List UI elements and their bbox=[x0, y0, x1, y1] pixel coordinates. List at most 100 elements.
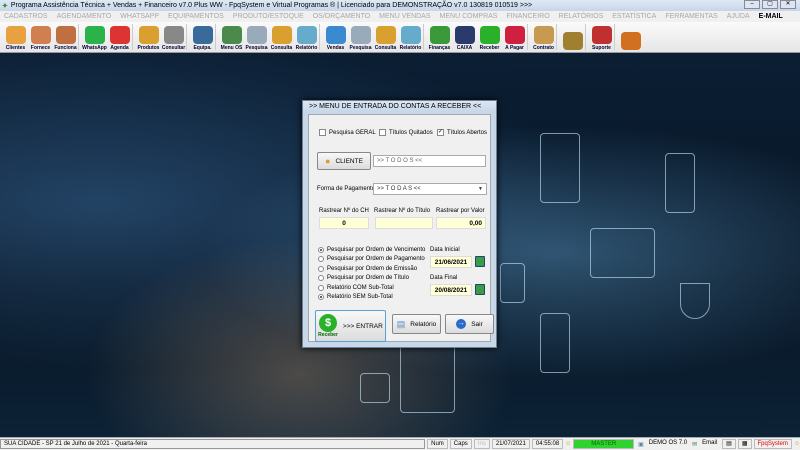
radio-option[interactable]: Pesquisar por Ordem de Pagamento bbox=[318, 255, 425, 265]
toolbar-button-consulta[interactable]: Consulta bbox=[373, 22, 398, 53]
forma-pagamento-select[interactable]: >> T O D A S << ▼ bbox=[373, 183, 487, 195]
menu-e-mail[interactable]: E-MAIL bbox=[759, 13, 783, 20]
toolbar-button-consulta[interactable]: Consulta bbox=[269, 22, 294, 53]
pesquisa-geral-checkbox[interactable]: Pesquisa GERAL bbox=[319, 129, 376, 136]
menu-whatsapp[interactable]: WHATSAPP bbox=[120, 13, 159, 20]
menu-estat-stica[interactable]: ESTATÍSTICA bbox=[612, 13, 656, 20]
titulos-abertos-checkbox[interactable]: ✓ Títulos Abertos bbox=[437, 129, 487, 136]
toolbar-button-pesquisa[interactable]: Pesquisa bbox=[244, 22, 269, 53]
checkbox-box[interactable] bbox=[319, 129, 326, 136]
titulos-quitados-checkbox[interactable]: Títulos Quitados bbox=[379, 129, 433, 136]
menu-menu-vendas[interactable]: MENU VENDAS bbox=[379, 13, 430, 20]
toolbar-button-consultar[interactable]: Consultar bbox=[161, 22, 186, 53]
menu-relat-rios[interactable]: RELATÓRIOS bbox=[559, 13, 604, 20]
data-inicial-label: Data Inicial bbox=[430, 247, 460, 253]
toolbar-label: Pesquisa bbox=[245, 45, 268, 51]
toolbar-button-item[interactable] bbox=[560, 22, 585, 53]
calendar-icon[interactable] bbox=[475, 256, 485, 267]
app-icon: ✦ bbox=[2, 2, 8, 10]
toolbar-button-equipa-[interactable]: Equipa. bbox=[190, 22, 215, 53]
menu-os-or-amento[interactable]: OS/ORÇAMENTO bbox=[313, 13, 370, 20]
status-city-date: SUA CIDADE - SP 21 de Julho de 2021 - Qu… bbox=[0, 439, 426, 449]
maximize-button[interactable]: ▢ bbox=[762, 0, 778, 9]
toolbar-button-relat-rio[interactable]: Relatório bbox=[398, 22, 423, 53]
close-button[interactable]: ✕ bbox=[780, 0, 796, 9]
relat-rio-icon bbox=[400, 26, 421, 44]
receber-label: Receber bbox=[318, 332, 338, 338]
rastrear-ch-input[interactable]: 0 bbox=[319, 217, 369, 229]
toolbar-button-a-pagar[interactable]: A Pagar bbox=[502, 22, 527, 53]
menu-menu-compras[interactable]: MENU COMPRAS bbox=[440, 13, 498, 20]
fornece-icon bbox=[30, 26, 51, 44]
radio-option[interactable]: Pesquisar por Ordem de Vencimento bbox=[318, 245, 425, 255]
menu-ferramentas[interactable]: FERRAMENTAS bbox=[665, 13, 717, 20]
toolbar-button-receber[interactable]: Receber bbox=[477, 22, 502, 53]
data-inicial-input[interactable]: 21/06/2021 bbox=[430, 256, 472, 268]
email-button[interactable]: Email bbox=[699, 439, 720, 449]
minimize-button[interactable]: – bbox=[744, 0, 760, 9]
toolbar-button-finan-as[interactable]: Finanças bbox=[427, 22, 452, 53]
checkbox-label: Pesquisa GERAL bbox=[329, 129, 376, 136]
rastrear-titulo-input[interactable] bbox=[375, 217, 433, 229]
rastrear-valor-input[interactable]: 0,00 bbox=[436, 217, 486, 229]
toolbar-button-pesquisa[interactable]: Pesquisa bbox=[348, 22, 373, 53]
toolbar-button-funciona[interactable]: Funciona bbox=[53, 22, 78, 53]
toolbar-label: Menu OS bbox=[220, 45, 243, 51]
menu-cadastros[interactable]: CADASTROS bbox=[4, 13, 48, 20]
cliente-button[interactable]: ● CLIENTE bbox=[317, 152, 371, 170]
radio-button[interactable] bbox=[318, 265, 324, 272]
data-final-input[interactable]: 20/08/2021 bbox=[430, 284, 472, 296]
relatorio-button[interactable]: ▤ Relatório bbox=[392, 314, 441, 334]
whatsapp-icon bbox=[84, 26, 105, 44]
toolbar-button-relat-rio[interactable]: Relatório bbox=[294, 22, 319, 53]
toolbar-button-contrato[interactable]: Contrato bbox=[531, 22, 556, 53]
client-icon: ● bbox=[325, 156, 331, 166]
radio-option[interactable]: Pesquisar por Ordem de Título bbox=[318, 274, 425, 284]
status-user: MASTER bbox=[573, 439, 635, 449]
button-label: CLIENTE bbox=[335, 157, 363, 165]
toolbar-button-whatsapp[interactable]: WhatsApp bbox=[82, 22, 107, 53]
toolbar-label: Fornece bbox=[30, 45, 51, 51]
menu-bar: CADASTROS AGENDAMENTO WHATSAPP EQUIPAMENTOS… bbox=[0, 11, 800, 22]
toolbar-button-menu-os[interactable]: Menu OS bbox=[219, 22, 244, 53]
toolbar-button-fornece[interactable]: Fornece bbox=[28, 22, 53, 53]
toolbar-button-clientes[interactable]: Clientes bbox=[3, 22, 28, 53]
checkbox-box[interactable] bbox=[379, 129, 386, 136]
printer-icon[interactable]: ▤ bbox=[722, 439, 736, 449]
radio-label: Relatório COM Sub-Total bbox=[327, 284, 394, 291]
radio-button[interactable] bbox=[318, 256, 324, 263]
menu-financeiro[interactable]: FINANCEIRO bbox=[506, 13, 549, 20]
rastrear-titulo-label: Rastrear Nº do Título bbox=[374, 208, 431, 214]
toolbar-button-vendas[interactable]: Vendas bbox=[323, 22, 348, 53]
checkbox-box[interactable]: ✓ bbox=[437, 129, 444, 136]
vendas-icon bbox=[325, 26, 346, 44]
radio-button[interactable] bbox=[318, 275, 324, 282]
toolbar-label: Relatório bbox=[399, 45, 422, 51]
radio-button[interactable] bbox=[318, 246, 324, 253]
toolbar-button-caixa[interactable]: CAIXA bbox=[452, 22, 477, 53]
toolbar-button-suporte[interactable]: Suporte bbox=[589, 22, 614, 53]
status-brand: FpqSystem bbox=[753, 439, 792, 449]
calendar-icon[interactable] bbox=[475, 284, 485, 295]
button-label: >>> ENTRAR bbox=[342, 322, 383, 330]
radio-option[interactable]: Relatório COM Sub-Total bbox=[318, 283, 425, 293]
toolbar-label: Consulta bbox=[270, 45, 293, 51]
radio-button[interactable] bbox=[318, 284, 324, 291]
radio-option[interactable]: Pesquisar por Ordem de Emissão bbox=[318, 264, 425, 274]
toolbar-button-item[interactable] bbox=[618, 22, 643, 53]
radio-option[interactable]: Relatório SEM Sub-Total bbox=[318, 293, 425, 303]
menu-ajuda[interactable]: AJUDA bbox=[727, 13, 750, 20]
consulta-icon bbox=[375, 26, 396, 44]
entrar-button[interactable]: $ Receber >>> ENTRAR bbox=[315, 310, 386, 342]
menu-produto-estoque[interactable]: PRODUTO/ESTOQUE bbox=[233, 13, 304, 20]
calculator-icon[interactable]: ▦ bbox=[737, 439, 752, 449]
sair-button[interactable]: → Sair bbox=[445, 314, 494, 334]
menu-agendamento[interactable]: AGENDAMENTO bbox=[57, 13, 112, 20]
toolbar-button-produtos[interactable]: Produtos bbox=[136, 22, 161, 53]
cliente-field[interactable]: >> T O D O S << bbox=[373, 155, 486, 167]
toolbar-label: Equipa. bbox=[193, 45, 212, 51]
toolbar-button-agenda[interactable]: Agenda bbox=[107, 22, 132, 53]
user-icon: ☺ bbox=[793, 441, 800, 447]
radio-button[interactable] bbox=[318, 294, 324, 301]
menu-equipamentos[interactable]: EQUIPAMENTOS bbox=[168, 13, 224, 20]
